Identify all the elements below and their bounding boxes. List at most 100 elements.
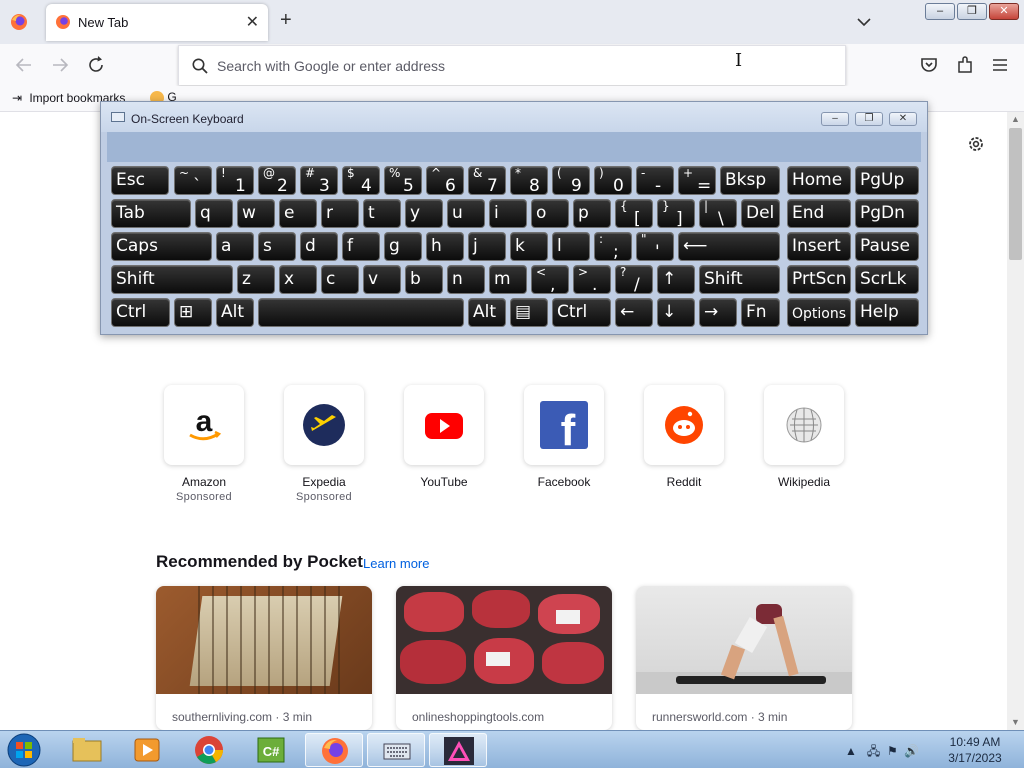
firefox-menu-icon[interactable]: [9, 12, 29, 32]
key-v-3-4[interactable]: v: [363, 265, 401, 294]
key--4-7[interactable]: ←: [615, 298, 653, 327]
menu-hamburger-icon[interactable]: [989, 54, 1011, 76]
key--4-5[interactable]: ▤: [510, 298, 548, 327]
key-o-1-9[interactable]: o: [531, 199, 569, 228]
pocket-card[interactable]: onlineshoppingtools.com: [396, 586, 612, 730]
network-icon[interactable]: 🖧: [867, 744, 880, 758]
key-bksp-0-14[interactable]: Bksp: [720, 166, 780, 195]
key-del-1-14[interactable]: Del: [741, 199, 780, 228]
key--4-8[interactable]: ↓: [657, 298, 695, 327]
key-pgup-0-16[interactable]: PgUp: [855, 166, 919, 195]
key-f-2-4[interactable]: f: [342, 232, 380, 261]
key-ctrl-4-0[interactable]: Ctrl: [111, 298, 170, 327]
window-minimize-button[interactable]: –: [925, 3, 955, 20]
key-home-0-15[interactable]: Home: [787, 166, 851, 195]
key-2-0-3[interactable]: @2: [258, 166, 296, 196]
volume-icon[interactable]: 🔊: [904, 744, 919, 758]
customize-gear-icon[interactable]: [966, 134, 986, 154]
key-fn-4-10[interactable]: Fn: [741, 298, 780, 327]
key-e-1-3[interactable]: e: [279, 199, 317, 228]
osk-maximize-button[interactable]: ❐: [855, 112, 883, 126]
key-1-0-2[interactable]: ! 1: [216, 166, 254, 196]
key-5-0-6[interactable]: % 5: [384, 166, 422, 196]
forward-arrow-icon[interactable]: [49, 54, 71, 76]
key-j-2-7[interactable]: j: [468, 232, 506, 261]
key-scrlk-3-14[interactable]: ScrLk: [855, 265, 919, 294]
key-a-2-1[interactable]: a: [216, 232, 254, 261]
key-0-0-11[interactable]: ) 0: [594, 166, 632, 196]
key-c-3-3[interactable]: c: [321, 265, 359, 294]
key-caps-2-0[interactable]: Caps: [111, 232, 212, 261]
top-site-amazon[interactable]: a Amazon Sponsored: [164, 385, 244, 503]
key-insert-2-13[interactable]: Insert: [787, 232, 851, 261]
key-s-2-2[interactable]: s: [258, 232, 296, 261]
key-w-1-2[interactable]: w: [237, 199, 275, 228]
key-p-1-10[interactable]: p: [573, 199, 611, 228]
key-z-3-1[interactable]: z: [237, 265, 275, 294]
pocket-icon[interactable]: [918, 54, 940, 76]
key--2-10[interactable]: :;: [594, 232, 632, 262]
page-scrollbar[interactable]: ▲ ▼: [1007, 112, 1024, 730]
key--2-12[interactable]: ⟵: [678, 232, 780, 261]
reload-icon[interactable]: [85, 54, 107, 76]
key-ctrl-4-6[interactable]: Ctrl: [552, 298, 611, 327]
key-space-4-3[interactable]: [258, 298, 464, 327]
key--1-13[interactable]: | \: [699, 199, 737, 229]
start-button-icon[interactable]: [4, 732, 44, 768]
pocket-card[interactable]: runnersworld.com · 3 min: [636, 586, 852, 730]
window-close-button[interactable]: ✕: [989, 3, 1019, 20]
key-h-2-6[interactable]: h: [426, 232, 464, 261]
key-x-3-2[interactable]: x: [279, 265, 317, 294]
top-site-expedia[interactable]: Expedia Sponsored: [284, 385, 364, 503]
show-hidden-icons-icon[interactable]: ▲: [845, 744, 857, 758]
key-tab-1-0[interactable]: Tab: [111, 199, 191, 228]
key--4-1[interactable]: ⊞: [174, 298, 212, 327]
key-6-0-7[interactable]: ^ 6: [426, 166, 464, 196]
key--4-9[interactable]: →: [699, 298, 737, 327]
key-alt-4-2[interactable]: Alt: [216, 298, 254, 327]
list-all-tabs-icon[interactable]: [855, 13, 873, 31]
tab-close-icon[interactable]: ✕: [246, 12, 259, 32]
top-site-youtube[interactable]: YouTube: [404, 385, 484, 489]
action-center-flag-icon[interactable]: ⚑: [887, 744, 898, 758]
top-site-reddit[interactable]: Reddit: [644, 385, 724, 489]
key--2-11[interactable]: " ': [636, 232, 674, 262]
osk-titlebar[interactable]: On-Screen Keyboard – ❐ ✕: [101, 102, 927, 132]
key--1-12[interactable]: }]: [657, 199, 695, 229]
key-b-3-5[interactable]: b: [405, 265, 443, 294]
key--0-13[interactable]: + =: [678, 166, 716, 196]
key-m-3-7[interactable]: m: [489, 265, 527, 294]
taskbar-file-explorer[interactable]: [58, 733, 116, 767]
taskbar-app-triangle[interactable]: [429, 733, 487, 767]
key-pgdn-1-16[interactable]: PgDn: [855, 199, 919, 228]
key-esc-0-0[interactable]: Esc: [111, 166, 169, 195]
key-prtscn-3-13[interactable]: PrtScn: [787, 265, 851, 294]
key-l-2-9[interactable]: l: [552, 232, 590, 261]
osk-minimize-button[interactable]: –: [821, 112, 849, 126]
key-pause-2-14[interactable]: Pause: [855, 232, 919, 261]
key-options-4-11[interactable]: Options: [787, 298, 851, 327]
key--0-1[interactable]: ~ `: [174, 166, 212, 196]
taskbar-chrome[interactable]: [180, 733, 238, 767]
top-site-facebook[interactable]: f Facebook: [524, 385, 604, 489]
key-help-4-12[interactable]: Help: [855, 298, 919, 327]
key-q-1-1[interactable]: q: [195, 199, 233, 228]
key-i-1-8[interactable]: i: [489, 199, 527, 228]
taskbar-csharp[interactable]: C#: [242, 733, 300, 767]
taskbar-on-screen-keyboard[interactable]: [367, 733, 425, 767]
taskbar-firefox[interactable]: [305, 733, 363, 767]
top-site-wikipedia[interactable]: Wikipedia: [764, 385, 844, 489]
key-4-0-5[interactable]: $4: [342, 166, 380, 196]
scrollbar-thumb[interactable]: [1009, 128, 1022, 260]
key-u-1-7[interactable]: u: [447, 199, 485, 228]
key-y-1-6[interactable]: y: [405, 199, 443, 228]
key--3-8[interactable]: <,: [531, 265, 569, 295]
key-k-2-8[interactable]: k: [510, 232, 548, 261]
key-d-2-3[interactable]: d: [300, 232, 338, 261]
key-7-0-8[interactable]: & 7: [468, 166, 506, 196]
pocket-card[interactable]: southernliving.com · 3 min: [156, 586, 372, 730]
back-arrow-icon[interactable]: [13, 54, 35, 76]
key--3-10[interactable]: ? /: [615, 265, 653, 295]
key--0-12[interactable]: --: [636, 166, 674, 196]
key-t-1-5[interactable]: t: [363, 199, 401, 228]
